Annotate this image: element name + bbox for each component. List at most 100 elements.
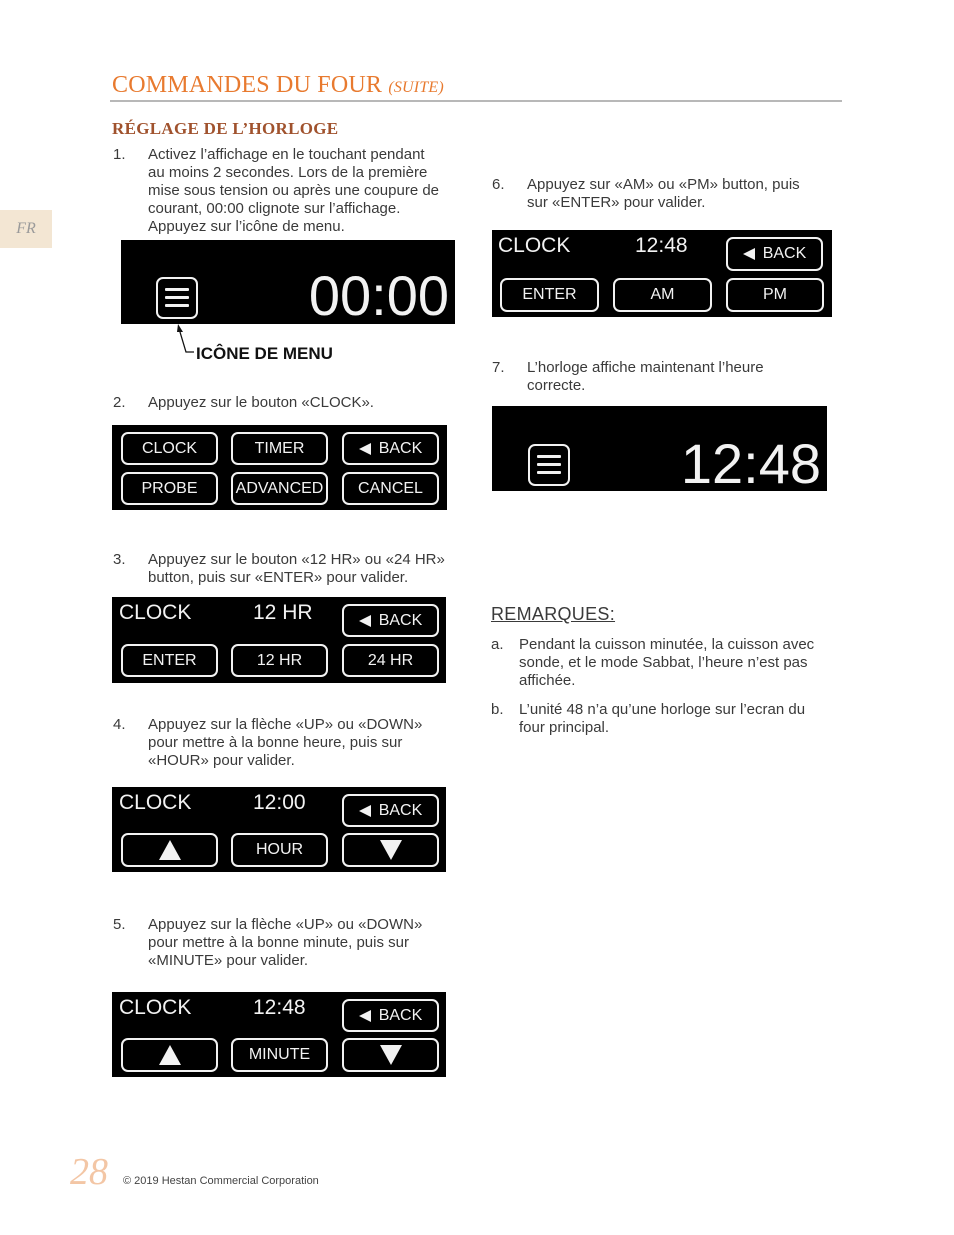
remark-b: b. L’unité 48 n’a qu’une horloge sur l’e… [491,701,841,739]
probe-button[interactable]: PROBE [121,472,218,505]
step-text: Activez l’affichage en le touchant penda… [148,146,439,236]
page-title: COMMANDES DU FOUR (SUITE) [112,72,444,99]
step-line: correcte. [527,377,586,394]
remark-letter: b. [491,701,504,718]
timer-button[interactable]: TIMER [231,432,328,465]
step-number: 5. [113,916,126,933]
step-text: Appuyez sur le bouton «12 HR» ou «24 HR»… [148,551,445,587]
display-time: 12:48 [680,432,821,495]
step-7: 7. L’horloge affiche maintenant l’heure … [492,359,842,397]
up-arrow-icon [158,1045,181,1065]
clock-button[interactable]: CLOCK [121,432,218,465]
back-button[interactable]: BACK [726,237,823,271]
step-2: 2. Appuyez sur le bouton «CLOCK». [113,394,473,414]
cancel-button[interactable]: CANCEL [342,472,439,505]
step-line: button, puis sur «ENTER» pour valider. [148,569,409,586]
oven-display-step-3: CLOCK 12 HR BACK ENTER 12 HR 24 HR [112,597,446,683]
step-line: Activez l’affichage en le touchant penda… [148,146,425,163]
back-label: BACK [378,611,423,629]
screen-value: 12 HR [253,601,313,624]
step-1: 1. Activez l’affichage en le touchant pe… [113,146,473,238]
menu-icon-callout: ICÔNE DE MENU [196,344,333,363]
pm-button[interactable]: PM [726,278,824,312]
remark-line: sonde, et le mode Sabbat, l’heure n’est … [519,654,808,671]
step-line: Appuyez sur «AM» ou «PM» button, puis [527,176,800,193]
step-4: 4. Appuyez sur la flèche «UP» ou «DOWN» … [113,716,473,772]
step-text: L’horloge affiche maintenant l’heure cor… [527,359,764,395]
24-hr-button[interactable]: 24 HR [342,644,439,677]
oven-display-step-7: 12:48 [492,406,827,495]
step-number: 3. [113,551,126,568]
step-line: pour mettre à la bonne minute, puis sur [148,934,409,951]
screen-value: 12:48 [635,234,688,257]
step-5: 5. Appuyez sur la flèche «UP» ou «DOWN» … [113,916,473,972]
down-arrow-icon [379,1045,402,1065]
back-button[interactable]: BACK [342,432,439,465]
step-line: pour mettre à la bonne heure, puis sur [148,734,403,751]
minute-button[interactable]: MINUTE [231,1038,328,1072]
step-number: 4. [113,716,126,733]
remark-line: affichée. [519,672,576,689]
step-text: Appuyez sur «AM» ou «PM» button, puis su… [527,176,800,212]
step-number: 7. [492,359,505,376]
back-arrow-icon [358,804,371,817]
advanced-button[interactable]: ADVANCED [231,472,328,505]
up-arrow-icon [158,840,181,860]
step-number: 6. [492,176,505,193]
step-text: Appuyez sur la flèche «UP» ou «DOWN» pou… [148,716,422,770]
screen-value: 12:48 [253,996,306,1019]
remark-line: Pendant la cuisson minutée, la cuisson a… [519,636,815,653]
menu-icon[interactable] [156,277,198,319]
step-number: 2. [113,394,126,411]
up-button[interactable] [121,833,218,867]
back-label: BACK [378,439,423,457]
copyright: © 2019 Hestan Commercial Corporation [123,1175,319,1187]
page-title-suffix: (SUITE) [388,79,444,96]
back-button[interactable]: BACK [342,794,439,827]
step-line: Appuyez sur le bouton «CLOCK». [148,394,374,411]
menu-icon[interactable] [528,444,570,486]
section-title: RÉGLAGE DE L’HORLOGE [112,119,339,138]
back-arrow-icon [358,1009,371,1022]
down-button[interactable] [342,833,439,867]
step-line: «HOUR» pour valider. [148,752,295,769]
remark-a: a. Pendant la cuisson minutée, la cuisso… [491,636,841,692]
am-button[interactable]: AM [613,278,712,312]
oven-display-step-6: CLOCK 12:48 BACK ENTER AM PM [492,230,832,317]
back-button[interactable]: BACK [342,999,439,1032]
up-button[interactable] [121,1038,218,1072]
screen-label: CLOCK [119,601,192,624]
step-line: au moins 2 secondes. Lors de la première [148,164,428,181]
step-line: Appuyez sur le bouton «12 HR» ou «24 HR» [148,551,445,568]
page-number: 28 [70,1151,108,1193]
back-button[interactable]: BACK [342,604,439,637]
screen-label: CLOCK [119,791,192,814]
step-line: mise sous tension ou après une coupure d… [148,182,440,199]
back-label: BACK [762,245,807,262]
language-tab: FR [0,210,52,248]
page-title-main: COMMANDES DU FOUR [112,72,383,98]
screen-label: CLOCK [119,996,192,1019]
step-line: courant, 00:00 clignote sur l’affichage. [148,200,401,217]
back-arrow-icon [358,614,371,627]
down-button[interactable] [342,1038,439,1072]
12-hr-button[interactable]: 12 HR [231,644,328,677]
oven-display-step-2: CLOCK TIMER BACK PROBE ADVANCED CANCEL [112,425,447,510]
step-line: Appuyez sur la flèche «UP» ou «DOWN» [148,716,423,733]
enter-button[interactable]: ENTER [500,278,599,312]
remark-line: L’unité 48 n’a qu’une horloge sur l’ecra… [519,701,806,718]
remark-letter: a. [491,636,504,653]
back-label: BACK [378,1006,423,1024]
step-6: 6. Appuyez sur «AM» ou «PM» button, puis… [492,176,842,214]
screen-value: 12:00 [253,791,306,814]
screen-label: CLOCK [498,234,571,257]
back-arrow-icon [742,248,755,260]
step-text: Appuyez sur la flèche «UP» ou «DOWN» pou… [148,916,422,970]
step-3: 3. Appuyez sur le bouton «12 HR» ou «24 … [113,551,473,589]
remark-text: Pendant la cuisson minutée, la cuisson a… [519,636,814,690]
remark-text: L’unité 48 n’a qu’une horloge sur l’ecra… [519,701,805,737]
hour-button[interactable]: HOUR [231,833,328,867]
enter-button[interactable]: ENTER [121,644,218,677]
step-number: 1. [113,146,126,163]
step-text: Appuyez sur le bouton «CLOCK». [148,394,374,412]
